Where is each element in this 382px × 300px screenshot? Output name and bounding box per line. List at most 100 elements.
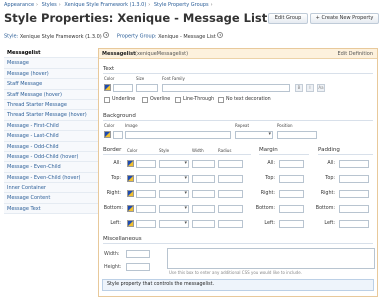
property-group-value: Xenique - Message List — [158, 33, 216, 40]
margin-all-input[interactable] — [279, 160, 304, 168]
overline-checkbox[interactable] — [142, 97, 148, 103]
border-left-width-input[interactable] — [192, 220, 215, 228]
misc-height-input[interactable] — [126, 263, 150, 271]
margin-top-input[interactable] — [279, 175, 304, 183]
border-right-radius-input[interactable] — [218, 190, 243, 198]
text-size-label: Size — [136, 76, 145, 81]
border-radius-label: Radius — [218, 148, 232, 153]
background-color-swatch[interactable] — [104, 131, 111, 138]
margin-left-label: Left: — [264, 221, 275, 226]
sidebar-item-thread-starter[interactable]: Thread Starter Message — [4, 99, 98, 111]
background-color-input[interactable] — [113, 131, 123, 139]
text-color-input[interactable] — [113, 84, 133, 92]
sidebar-item-message-hover[interactable]: Message (hover) — [4, 68, 98, 80]
chevron-down-icon[interactable]: ▾ — [217, 32, 224, 38]
divider — [318, 154, 373, 155]
text-color-swatch[interactable] — [104, 84, 111, 91]
border-left-color-input[interactable] — [136, 220, 156, 228]
margin-left-input[interactable] — [279, 220, 304, 228]
border-bottom-color-input[interactable] — [136, 205, 156, 213]
underline-checkbox[interactable] — [104, 97, 110, 103]
border-all-radius-input[interactable] — [218, 160, 243, 168]
sidebar-item-thread-starter-hover[interactable]: Thread Starter Message (hover) — [4, 110, 98, 121]
breadcrumb-appearance[interactable]: Appearance — [4, 2, 34, 8]
text-transform-toggle[interactable]: Aa — [317, 84, 325, 92]
border-left-style-select[interactable] — [159, 220, 189, 228]
background-heading: Background — [103, 113, 136, 119]
breadcrumb-separator: › — [36, 2, 39, 8]
border-top-style-select[interactable] — [159, 175, 189, 183]
breadcrumb: Appearance › Styles › Xenique Style Framew… — [4, 2, 215, 8]
sidebar: Messagelist Message Message (hover) Staf… — [4, 48, 98, 215]
padding-left-input[interactable] — [339, 220, 369, 228]
background-image-input[interactable] — [125, 131, 231, 139]
padding-right-input[interactable] — [339, 190, 369, 198]
margin-right-input[interactable] — [279, 190, 304, 198]
sidebar-item-odd-child-hover[interactable]: Message - Odd-Child (hover) — [4, 151, 98, 163]
extra-css-textarea[interactable] — [167, 248, 375, 269]
border-top-width-input[interactable] — [192, 175, 215, 183]
sidebar-item-message-text[interactable]: Message Text — [4, 203, 98, 215]
font-family-input[interactable] — [162, 84, 290, 92]
overline-label: Overline — [150, 97, 171, 102]
background-position-input[interactable] — [277, 131, 317, 139]
background-repeat-select[interactable] — [235, 131, 273, 139]
sidebar-item-messagelist[interactable]: Messagelist — [4, 48, 98, 59]
border-all-style-select[interactable] — [159, 160, 189, 168]
border-all-color-swatch[interactable] — [127, 160, 134, 167]
background-color-label: Color — [104, 123, 115, 128]
border-all-color-input[interactable] — [136, 160, 156, 168]
border-bottom-style-select[interactable] — [159, 205, 189, 213]
border-top-radius-input[interactable] — [218, 175, 243, 183]
breadcrumb-style[interactable]: Xenique Style Framework (1.3.0) — [64, 2, 146, 8]
border-right-color-swatch[interactable] — [127, 190, 134, 197]
misc-height-label: Height: — [104, 265, 122, 270]
chevron-down-icon[interactable]: ▾ — [103, 32, 110, 38]
padding-top-input[interactable] — [339, 175, 369, 183]
edit-definition-link[interactable]: Edit Definition — [338, 51, 373, 57]
border-all-width-input[interactable] — [192, 160, 215, 168]
border-bottom-width-input[interactable] — [192, 205, 215, 213]
padding-bottom-input[interactable] — [339, 205, 369, 213]
border-right-style-select[interactable] — [159, 190, 189, 198]
border-top-color-swatch[interactable] — [127, 175, 134, 182]
padding-all-input[interactable] — [339, 160, 369, 168]
breadcrumb-separator: › — [148, 2, 151, 8]
property-group-select[interactable]: Xenique - Message List ▾ — [158, 32, 224, 40]
border-width-label: Width — [192, 148, 204, 153]
text-color-label: Color — [104, 76, 115, 81]
bold-toggle[interactable]: B — [295, 84, 303, 92]
line-through-checkbox[interactable] — [175, 97, 181, 103]
sidebar-item-last-child[interactable]: Message - Last-Child — [4, 131, 98, 142]
border-left-radius-input[interactable] — [218, 220, 243, 228]
sidebar-item-staff-message-hover[interactable]: Staff Message (hover) — [4, 89, 98, 100]
background-image-label: Image — [125, 123, 138, 128]
property-variable: (xeniqueMessagelist) — [135, 51, 189, 57]
divider — [103, 73, 373, 74]
border-right-width-input[interactable] — [192, 190, 215, 198]
sidebar-item-odd-child[interactable]: Message - Odd-Child — [4, 141, 98, 152]
italic-toggle[interactable]: I — [306, 84, 314, 92]
breadcrumb-property-groups[interactable]: Style Property Groups — [154, 2, 209, 8]
sidebar-item-message[interactable]: Message — [4, 58, 98, 69]
border-bottom-radius-input[interactable] — [218, 205, 243, 213]
page-title: Style Properties: Xenique - Message List — [4, 11, 268, 25]
border-right-color-input[interactable] — [136, 190, 156, 198]
style-select[interactable]: Xenique Style Framework (1.3.0) ▾ — [20, 32, 110, 40]
border-bottom-color-swatch[interactable] — [127, 205, 134, 212]
border-left-color-swatch[interactable] — [127, 220, 134, 227]
edit-group-button[interactable]: Edit Group — [268, 13, 308, 24]
border-top-color-input[interactable] — [136, 175, 156, 183]
misc-width-input[interactable] — [126, 250, 150, 258]
margin-bottom-input[interactable] — [279, 205, 304, 213]
sidebar-item-inner-container[interactable]: Inner Container — [4, 183, 98, 194]
text-size-input[interactable] — [136, 84, 158, 92]
sidebar-item-staff-message[interactable]: Staff Message — [4, 79, 98, 90]
sidebar-item-even-child[interactable]: Message - Even-Child — [4, 162, 98, 173]
sidebar-item-message-content[interactable]: Message Content — [4, 193, 98, 204]
create-property-button[interactable]: + Create New Property — [310, 13, 379, 24]
sidebar-item-even-child-hover[interactable]: Message - Even-Child (hover) — [4, 172, 98, 184]
breadcrumb-styles[interactable]: Styles — [42, 2, 57, 8]
no-decoration-checkbox[interactable] — [218, 97, 224, 103]
sidebar-item-first-child[interactable]: Message - First-Child — [4, 120, 98, 132]
